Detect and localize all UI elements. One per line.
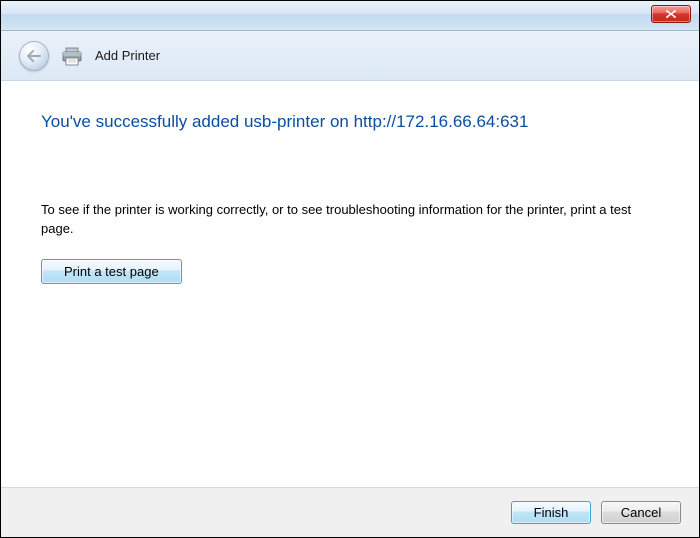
window-titlebar — [1, 1, 699, 31]
finish-button[interactable]: Finish — [511, 501, 591, 524]
success-heading: You've successfully added usb-printer on… — [41, 111, 659, 133]
back-button[interactable] — [19, 41, 49, 71]
add-printer-wizard-window: Add Printer You've successfully added us… — [0, 0, 700, 538]
print-test-page-button[interactable]: Print a test page — [41, 259, 182, 284]
wizard-content: You've successfully added usb-printer on… — [1, 81, 699, 284]
printer-icon — [61, 46, 83, 66]
wizard-title: Add Printer — [95, 48, 160, 63]
close-button[interactable] — [651, 5, 691, 23]
close-icon — [665, 9, 677, 19]
arrow-left-icon — [26, 49, 42, 63]
wizard-header: Add Printer — [1, 31, 699, 81]
cancel-button[interactable]: Cancel — [601, 501, 681, 524]
wizard-footer: Finish Cancel — [1, 487, 699, 537]
instruction-text: To see if the printer is working correct… — [41, 201, 659, 239]
